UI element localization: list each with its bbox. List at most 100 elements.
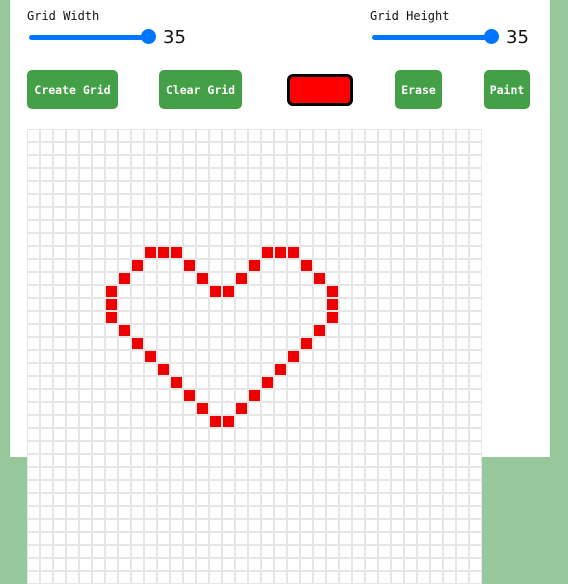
- grid-cell[interactable]: [262, 520, 273, 531]
- grid-cell[interactable]: [379, 325, 390, 336]
- grid-cell[interactable]: [145, 195, 156, 206]
- grid-cell[interactable]: [379, 572, 390, 583]
- grid-cell[interactable]: [145, 572, 156, 583]
- grid-cell[interactable]: [275, 572, 286, 583]
- grid-cell[interactable]: [28, 572, 39, 583]
- grid-cell[interactable]: [106, 182, 117, 193]
- grid-cell[interactable]: [444, 156, 455, 167]
- grid-cell[interactable]: [223, 338, 234, 349]
- grid-cell[interactable]: [80, 559, 91, 570]
- grid-cell[interactable]: [444, 546, 455, 557]
- grid-cell[interactable]: [444, 481, 455, 492]
- grid-cell[interactable]: [457, 338, 468, 349]
- grid-cell[interactable]: [288, 182, 299, 193]
- grid-cell[interactable]: [28, 260, 39, 271]
- grid-cell[interactable]: [54, 260, 65, 271]
- grid-cell[interactable]: [158, 143, 169, 154]
- grid-cell[interactable]: [184, 195, 195, 206]
- grid-cell[interactable]: [301, 416, 312, 427]
- grid-cell[interactable]: [249, 325, 260, 336]
- grid-cell[interactable]: [327, 533, 338, 544]
- grid-cell[interactable]: [340, 546, 351, 557]
- grid-cell[interactable]: [249, 572, 260, 583]
- grid-cell[interactable]: [106, 364, 117, 375]
- grid-cell[interactable]: [301, 468, 312, 479]
- grid-cell[interactable]: [366, 273, 377, 284]
- grid-cell[interactable]: [262, 559, 273, 570]
- grid-cell[interactable]: [93, 533, 104, 544]
- grid-cell[interactable]: [41, 572, 52, 583]
- grid-cell[interactable]: [262, 364, 273, 375]
- grid-cell[interactable]: [106, 416, 117, 427]
- grid-cell[interactable]: [54, 286, 65, 297]
- grid-cell[interactable]: [353, 143, 364, 154]
- grid-cell[interactable]: [119, 403, 130, 414]
- grid-cell[interactable]: [262, 234, 273, 245]
- grid-cell[interactable]: [145, 429, 156, 440]
- grid-cell[interactable]: [418, 403, 429, 414]
- grid-cell[interactable]: [431, 377, 442, 388]
- grid-cell[interactable]: [301, 195, 312, 206]
- grid-cell[interactable]: [288, 572, 299, 583]
- grid-cell[interactable]: [210, 325, 221, 336]
- grid-cell[interactable]: [80, 195, 91, 206]
- grid-cell[interactable]: [28, 156, 39, 167]
- grid-cell[interactable]: [353, 351, 364, 362]
- grid-cell[interactable]: [340, 325, 351, 336]
- grid-cell[interactable]: [431, 169, 442, 180]
- grid-cell[interactable]: [28, 546, 39, 557]
- grid-cell[interactable]: [80, 351, 91, 362]
- grid-cell[interactable]: [379, 546, 390, 557]
- grid-cell[interactable]: [67, 312, 78, 323]
- grid-cell[interactable]: [418, 156, 429, 167]
- grid-cell[interactable]: [340, 572, 351, 583]
- grid-cell[interactable]: [67, 377, 78, 388]
- grid-cell[interactable]: [379, 195, 390, 206]
- grid-cell[interactable]: [158, 286, 169, 297]
- grid-cell[interactable]: [275, 481, 286, 492]
- grid-cell[interactable]: [184, 481, 195, 492]
- grid-cell[interactable]: [470, 260, 481, 271]
- grid-cell[interactable]: [444, 182, 455, 193]
- grid-cell[interactable]: [275, 403, 286, 414]
- grid-cell[interactable]: [262, 533, 273, 544]
- grid-cell[interactable]: [275, 143, 286, 154]
- grid-cell[interactable]: [262, 338, 273, 349]
- grid-cell[interactable]: [444, 494, 455, 505]
- grid-cell[interactable]: [106, 559, 117, 570]
- grid-cell[interactable]: [80, 260, 91, 271]
- grid-cell[interactable]: [470, 403, 481, 414]
- grid-cell[interactable]: [197, 559, 208, 570]
- grid-cell[interactable]: [392, 481, 403, 492]
- grid-cell[interactable]: [301, 325, 312, 336]
- grid-cell[interactable]: [418, 273, 429, 284]
- grid-cell[interactable]: [223, 390, 234, 401]
- grid-cell[interactable]: [236, 416, 247, 427]
- grid-cell[interactable]: [171, 208, 182, 219]
- grid-cell[interactable]: [28, 247, 39, 258]
- grid-cell[interactable]: [340, 338, 351, 349]
- grid-cell[interactable]: [431, 520, 442, 531]
- grid-cell[interactable]: [470, 156, 481, 167]
- grid-cell[interactable]: [28, 130, 39, 141]
- grid-cell[interactable]: [418, 559, 429, 570]
- grid-cell[interactable]: [366, 494, 377, 505]
- grid-cell[interactable]: [366, 156, 377, 167]
- grid-cell[interactable]: [470, 416, 481, 427]
- grid-cell[interactable]: [379, 390, 390, 401]
- grid-cell[interactable]: [184, 520, 195, 531]
- grid-cell[interactable]: [457, 234, 468, 245]
- grid-cell[interactable]: [366, 312, 377, 323]
- grid-cell[interactable]: [418, 221, 429, 232]
- grid-cell[interactable]: [93, 442, 104, 453]
- grid-cell[interactable]: [223, 416, 234, 427]
- grid-cell[interactable]: [470, 442, 481, 453]
- grid-cell[interactable]: [119, 325, 130, 336]
- grid-cell[interactable]: [171, 338, 182, 349]
- grid-cell[interactable]: [275, 520, 286, 531]
- grid-cell[interactable]: [431, 494, 442, 505]
- grid-cell[interactable]: [262, 156, 273, 167]
- grid-cell[interactable]: [314, 208, 325, 219]
- grid-cell[interactable]: [353, 559, 364, 570]
- grid-cell[interactable]: [288, 546, 299, 557]
